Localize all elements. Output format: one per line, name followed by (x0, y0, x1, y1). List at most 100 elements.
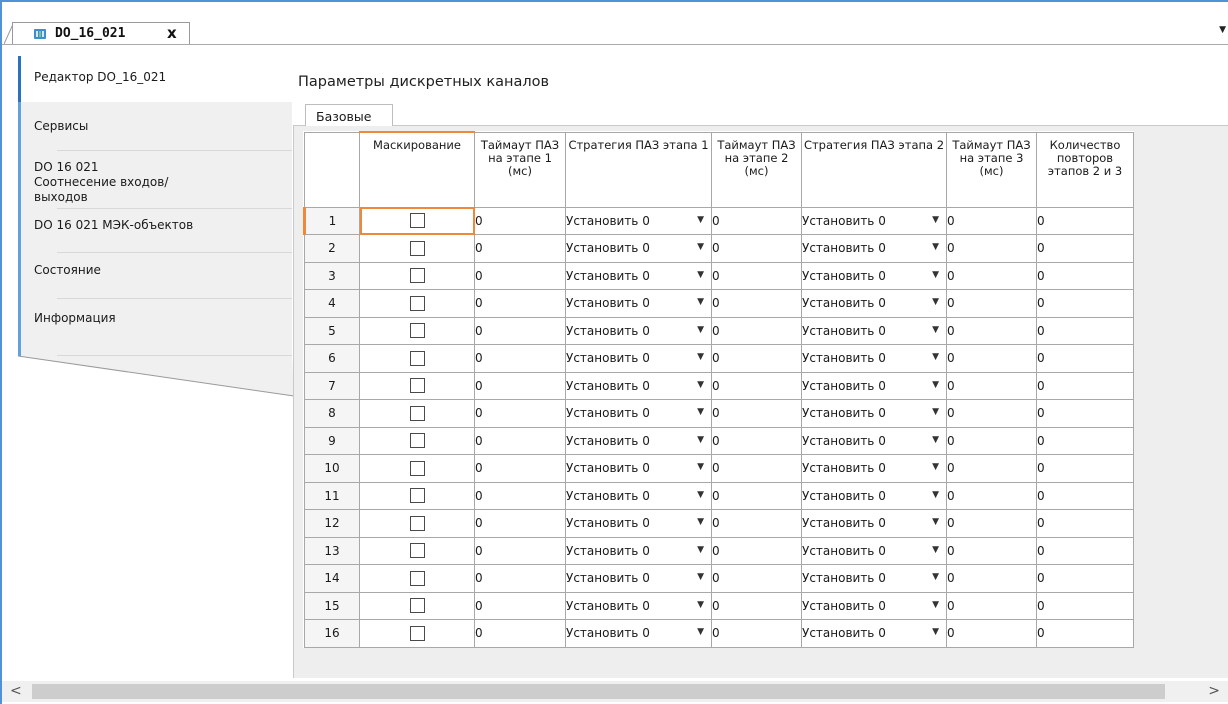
repeat-count-cell[interactable]: 0 (1036, 509, 1134, 538)
dropdown-arrow-icon[interactable]: ▼ (697, 627, 704, 637)
dropdown-arrow-icon[interactable]: ▼ (697, 270, 704, 280)
masking-checkbox[interactable] (409, 240, 425, 256)
timeout-stage2-cell[interactable]: 0 (711, 454, 802, 483)
repeat-count-cell[interactable]: 0 (1036, 399, 1134, 428)
column-header-masking[interactable]: Маскирование (359, 131, 475, 208)
dropdown-arrow-icon[interactable]: ▼ (697, 462, 704, 472)
timeout-stage1-cell[interactable]: 0 (474, 316, 566, 345)
column-header-timeout-stage2[interactable]: Таймаут ПАЗ на этапе 2 (мс) (711, 131, 802, 208)
timeout-stage1-cell[interactable]: 0 (474, 509, 566, 538)
strategy-stage2-select[interactable]: Установить 0 ▼ (801, 536, 947, 565)
repeat-count-cell[interactable]: 0 (1036, 619, 1134, 648)
strategy-stage2-select[interactable]: Установить 0 ▼ (801, 316, 947, 345)
timeout-stage2-cell[interactable]: 0 (711, 426, 802, 455)
timeout-stage3-cell[interactable]: 0 (946, 426, 1037, 455)
timeout-stage2-cell[interactable]: 0 (711, 591, 802, 620)
timeout-stage2-cell[interactable]: 0 (711, 316, 802, 345)
timeout-stage2-cell[interactable]: 0 (711, 564, 802, 593)
timeout-stage1-cell[interactable]: 0 (474, 234, 566, 263)
dropdown-arrow-icon[interactable]: ▼ (697, 325, 704, 335)
timeout-stage1-cell[interactable]: 0 (474, 591, 566, 620)
masking-checkbox[interactable] (409, 570, 425, 586)
strategy-stage1-select[interactable]: Установить 0 ▼ (565, 564, 712, 593)
masking-cell[interactable] (359, 536, 475, 565)
timeout-stage3-cell[interactable]: 0 (946, 591, 1037, 620)
masking-cell[interactable] (359, 261, 475, 290)
repeat-count-cell[interactable]: 0 (1036, 564, 1134, 593)
strategy-stage2-select[interactable]: Установить 0 ▼ (801, 591, 947, 620)
timeout-stage3-cell[interactable]: 0 (946, 564, 1037, 593)
tab-overflow-dropdown-icon[interactable]: ▼ (1219, 25, 1226, 35)
strategy-stage1-select[interactable]: Установить 0 ▼ (565, 591, 712, 620)
masking-cell[interactable] (359, 316, 475, 345)
masking-checkbox[interactable] (409, 598, 425, 614)
sidebar-item-io-mapping[interactable]: DO 16 021 Соотнесение входов/выходов (18, 151, 292, 209)
strategy-stage1-select[interactable]: Установить 0 ▼ (565, 509, 712, 538)
close-icon[interactable]: x (167, 24, 177, 42)
strategy-stage1-select[interactable]: Установить 0 ▼ (565, 316, 712, 345)
repeat-count-cell[interactable]: 0 (1036, 536, 1134, 565)
timeout-stage1-cell[interactable]: 0 (474, 536, 566, 565)
masking-checkbox[interactable] (409, 515, 425, 531)
strategy-stage2-select[interactable]: Установить 0 ▼ (801, 426, 947, 455)
masking-cell[interactable] (359, 289, 475, 318)
repeat-count-cell[interactable]: 0 (1036, 289, 1134, 318)
timeout-stage3-cell[interactable]: 0 (946, 344, 1037, 373)
timeout-stage2-cell[interactable]: 0 (711, 344, 802, 373)
dropdown-arrow-icon[interactable]: ▼ (932, 462, 939, 472)
timeout-stage1-cell[interactable]: 0 (474, 371, 566, 400)
timeout-stage1-cell[interactable]: 0 (474, 206, 566, 235)
timeout-stage1-cell[interactable]: 0 (474, 454, 566, 483)
dropdown-arrow-icon[interactable]: ▼ (932, 270, 939, 280)
dropdown-arrow-icon[interactable]: ▼ (932, 325, 939, 335)
timeout-stage2-cell[interactable]: 0 (711, 619, 802, 648)
strategy-stage1-select[interactable]: Установить 0 ▼ (565, 399, 712, 428)
strategy-stage1-select[interactable]: Установить 0 ▼ (565, 481, 712, 510)
masking-checkbox[interactable] (409, 350, 425, 366)
timeout-stage3-cell[interactable]: 0 (946, 481, 1037, 510)
strategy-stage2-select[interactable]: Установить 0 ▼ (801, 619, 947, 648)
sidebar-item-services[interactable]: Сервисы (18, 102, 292, 151)
column-header-strategy-stage2[interactable]: Стратегия ПАЗ этапа 2 (801, 131, 947, 208)
masking-cell[interactable] (359, 371, 475, 400)
dropdown-arrow-icon[interactable]: ▼ (932, 297, 939, 307)
timeout-stage2-cell[interactable]: 0 (711, 371, 802, 400)
repeat-count-cell[interactable]: 0 (1036, 454, 1134, 483)
dropdown-arrow-icon[interactable]: ▼ (697, 517, 704, 527)
timeout-stage3-cell[interactable]: 0 (946, 261, 1037, 290)
timeout-stage1-cell[interactable]: 0 (474, 619, 566, 648)
horizontal-scrollbar[interactable]: < > (2, 681, 1228, 702)
strategy-stage2-select[interactable]: Установить 0 ▼ (801, 206, 947, 235)
timeout-stage3-cell[interactable]: 0 (946, 536, 1037, 565)
repeat-count-cell[interactable]: 0 (1036, 344, 1134, 373)
timeout-stage2-cell[interactable]: 0 (711, 234, 802, 263)
dropdown-arrow-icon[interactable]: ▼ (932, 545, 939, 555)
strategy-stage1-select[interactable]: Установить 0 ▼ (565, 289, 712, 318)
timeout-stage3-cell[interactable]: 0 (946, 206, 1037, 235)
strategy-stage2-select[interactable]: Установить 0 ▼ (801, 344, 947, 373)
timeout-stage1-cell[interactable]: 0 (474, 344, 566, 373)
dropdown-arrow-icon[interactable]: ▼ (697, 215, 704, 225)
timeout-stage2-cell[interactable]: 0 (711, 289, 802, 318)
strategy-stage2-select[interactable]: Установить 0 ▼ (801, 371, 947, 400)
masking-cell[interactable] (359, 619, 475, 648)
masking-checkbox[interactable] (409, 405, 425, 421)
timeout-stage1-cell[interactable]: 0 (474, 564, 566, 593)
scroll-left-arrow-icon[interactable]: < (10, 683, 22, 699)
dropdown-arrow-icon[interactable]: ▼ (697, 490, 704, 500)
masking-cell[interactable] (359, 234, 475, 263)
dropdown-arrow-icon[interactable]: ▼ (697, 242, 704, 252)
timeout-stage3-cell[interactable]: 0 (946, 509, 1037, 538)
strategy-stage2-select[interactable]: Установить 0 ▼ (801, 454, 947, 483)
masking-checkbox[interactable] (409, 625, 425, 641)
sidebar-item-editor[interactable]: Редактор DO_16_021 (18, 56, 292, 102)
masking-cell[interactable] (359, 481, 475, 510)
strategy-stage2-select[interactable]: Установить 0 ▼ (801, 481, 947, 510)
timeout-stage3-cell[interactable]: 0 (946, 454, 1037, 483)
dropdown-arrow-icon[interactable]: ▼ (697, 297, 704, 307)
repeat-count-cell[interactable]: 0 (1036, 206, 1134, 235)
masking-checkbox[interactable] (409, 460, 425, 476)
masking-cell[interactable] (359, 344, 475, 373)
dropdown-arrow-icon[interactable]: ▼ (697, 572, 704, 582)
timeout-stage2-cell[interactable]: 0 (711, 509, 802, 538)
